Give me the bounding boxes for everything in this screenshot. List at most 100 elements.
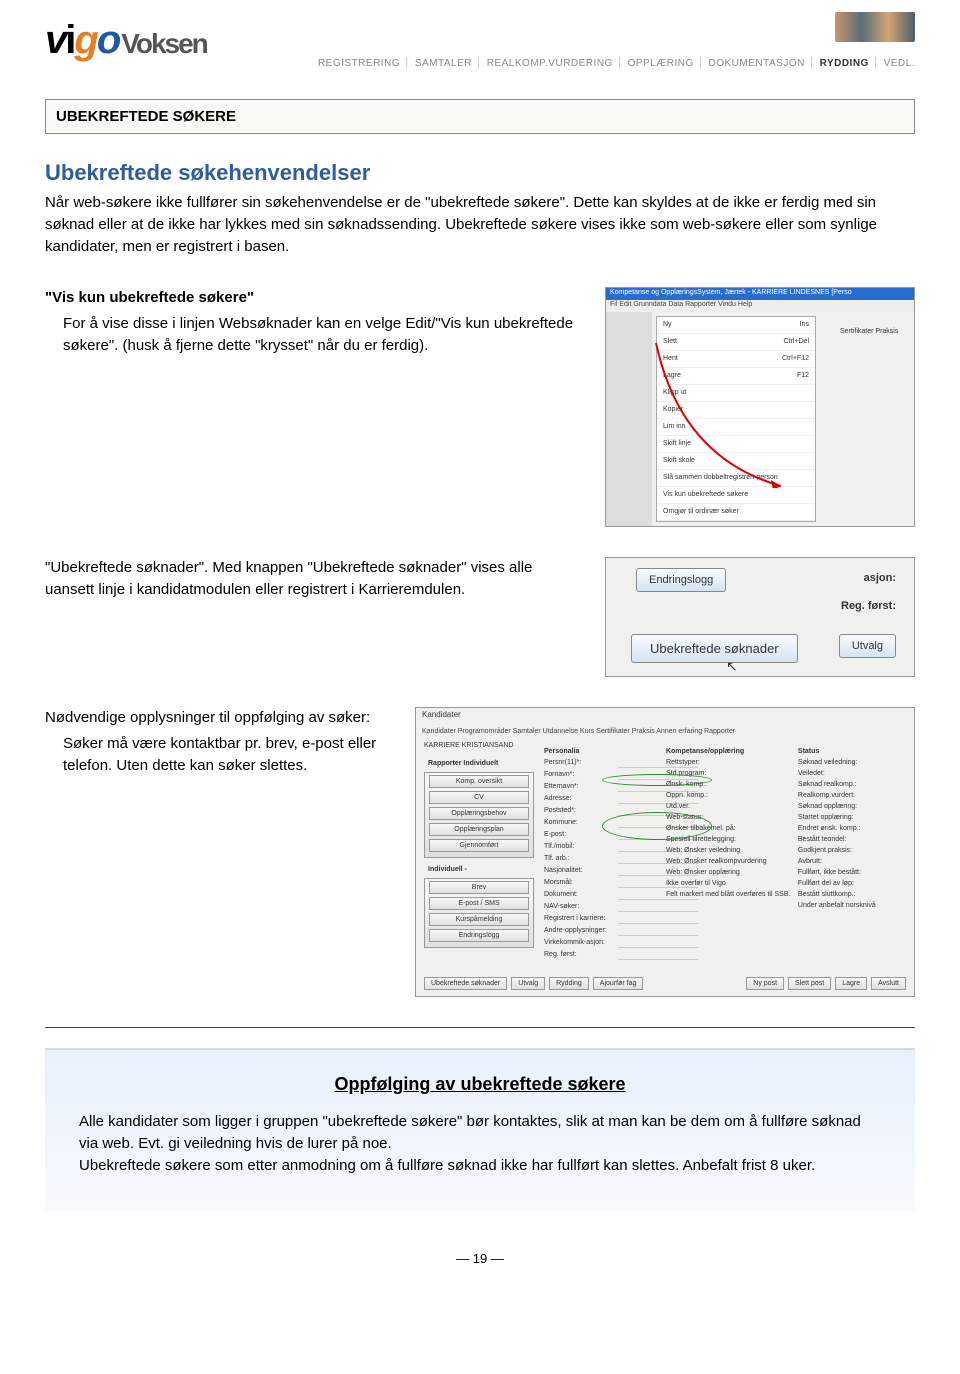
side-button[interactable]: CV	[429, 791, 529, 804]
nav-item: REALKOMP.VURDERING	[487, 58, 613, 69]
side-button[interactable]: Gjennomført	[429, 839, 529, 852]
field-label: Etternavn*:	[544, 781, 614, 792]
field-label: Bestått teoridel:	[798, 834, 898, 845]
bottom-button[interactable]: Ajourfør fag	[593, 977, 644, 990]
ss3-col-status: Status	[798, 748, 819, 755]
field-label: Tlf. arb.:	[544, 853, 614, 864]
field-label: Avbrutt:	[798, 856, 898, 867]
bottom-button[interactable]: Slett post	[788, 977, 831, 990]
field-label: Registrert i karriere:	[544, 913, 614, 924]
divider	[45, 1027, 915, 1028]
ss3-tabs[interactable]: Kandidater Programområder Samtaler Utdan…	[422, 728, 908, 735]
ss2-endringslogg-button[interactable]: Endringslogg	[636, 568, 726, 592]
side-button[interactable]: Opplæringsbehov	[429, 807, 529, 820]
field-label: Fullført, ikke bestått:	[798, 867, 898, 878]
field-label: Ikke overfør til Vigo	[666, 878, 796, 889]
block2-p: "Ubekreftede søknader". Med knappen "Ube…	[45, 557, 585, 601]
field-label: Bestått sluttkomp.:	[798, 889, 898, 900]
ss1-menubar: Fil Edit Grunndata Data Rapporter Vindu …	[606, 300, 914, 312]
nav-item: VEDL.	[884, 58, 915, 69]
menu-item[interactable]: Skift skole	[657, 453, 815, 470]
field-label: Web: Ønsker realkompvurdering	[666, 856, 796, 867]
bottom-button[interactable]: Utvalg	[511, 977, 545, 990]
field-label: Persnr(11)*:	[544, 757, 614, 768]
field-label: Andre-opplysninger:	[544, 925, 614, 936]
ss2-utvalg-button[interactable]: Utvalg	[839, 634, 896, 658]
nav-item: REGISTRERING	[318, 58, 400, 69]
side-button[interactable]: Opplæringsplan	[429, 823, 529, 836]
header-nav: REGISTRERING│SAMTALER│REALKOMP.VURDERING…	[318, 58, 915, 69]
header-photo-strip	[835, 12, 915, 42]
menu-item[interactable]: Slå sammen dobbeltregistrert person	[657, 470, 815, 487]
menu-item[interactable]: Klipp ut	[657, 385, 815, 402]
intro-title: Ubekreftede søkehenvendelser	[45, 160, 915, 186]
field-label: Felt markert med blått overføres til SSB…	[666, 889, 796, 900]
nav-item: SAMTALER	[415, 58, 472, 69]
field-label: Utd.ver.	[666, 801, 796, 812]
logo: vigoVoksen	[45, 18, 207, 63]
side-button[interactable]: Kurspåmelding	[429, 913, 529, 926]
ss1-right-labels: Sertifikater Praksis	[840, 328, 910, 335]
ss1-titlebar: Kompetanse og OpplæringsSystem, Jærtek -…	[606, 288, 914, 300]
ss3-col-personalia: Personalia	[544, 748, 579, 755]
field-label: Søknad opplæring:	[798, 801, 898, 812]
ss2-asjon-label: asjon:	[864, 572, 896, 584]
field-label: Dokument:	[544, 889, 614, 900]
ss1-toolbar	[606, 312, 652, 526]
field-label: Reg. først:	[544, 949, 614, 960]
field-label: Søknad veiledning:	[798, 757, 898, 768]
side-button[interactable]: E-post / SMS	[429, 897, 529, 910]
field-label: Tlf./mobil:	[544, 841, 614, 852]
menu-item[interactable]: HentCtrl+F12	[657, 351, 815, 368]
field-label: Web: Ønsker veiledning	[666, 845, 796, 856]
menu-item[interactable]: Kopier	[657, 402, 815, 419]
menu-item[interactable]: Vis kun ubekreftede søkere	[657, 487, 815, 504]
side-button[interactable]: Brev	[429, 881, 529, 894]
side-button[interactable]: Komp. oversikt	[429, 775, 529, 788]
menu-item[interactable]: Omgjør til ordinær søker	[657, 504, 815, 521]
ss3-main-area: Personalia Persnr(11)*:Fornavn*:Etternav…	[544, 746, 906, 960]
block1-hdr: "Vis kun ubekreftede søkere"	[45, 287, 585, 309]
bottom-button[interactable]: Rydding	[549, 977, 589, 990]
bottom-button[interactable]: Ny post	[746, 977, 784, 990]
menu-item[interactable]: LagreF12	[657, 368, 815, 385]
field-label: Web: Ønsker opplæring	[666, 867, 796, 878]
nav-item: DOKUMENTASJON	[709, 58, 805, 69]
field-label: Startet opplæring:	[798, 812, 898, 823]
bottom-button[interactable]: Lagre	[835, 977, 867, 990]
menu-item[interactable]: Lim inn	[657, 419, 815, 436]
field-label: Poststed*:	[544, 805, 614, 816]
field-label: Morsmål:	[544, 877, 614, 888]
ss3-region: KARRIERE KRISTIANSAND	[424, 742, 513, 749]
bottom-button[interactable]: Avslutt	[871, 977, 906, 990]
followup-box: Oppfølging av ubekreftede søkere Alle ka…	[45, 1048, 915, 1210]
ss3-side-buttons: Rapporter Individuelt Komp. oversiktCVOp…	[424, 758, 534, 951]
field-label: NAV-søker:	[544, 901, 614, 912]
screenshot-edit-menu: Kompetanse og OpplæringsSystem, Jærtek -…	[605, 287, 915, 527]
intro-body: Når web-søkere ikke fullfører sin søkehe…	[45, 192, 915, 257]
followup-body: Alle kandidater som ligger i gruppen "ub…	[79, 1111, 881, 1176]
field-label: Realkomp.vurdert:	[798, 790, 898, 801]
menu-item[interactable]: Skift linje	[657, 436, 815, 453]
side-button[interactable]: Endringslogg	[429, 929, 529, 942]
section-bar: UBEKREFTEDE SØKERE	[45, 99, 915, 134]
nav-item: RYDDING	[820, 58, 869, 69]
field-label: Nasjonalitet:	[544, 865, 614, 876]
ss1-dropdown-menu: NyInsSlettCtrl+DelHentCtrl+F12LagreF12Kl…	[656, 316, 816, 522]
field-label: Endret ønsk. komp.:	[798, 823, 898, 834]
field-label: Oppn. komp.:	[666, 790, 796, 801]
block3-p1: Nødvendige opplysninger til oppfølging a…	[45, 707, 395, 729]
followup-title: Oppfølging av ubekreftede søkere	[79, 1074, 881, 1095]
screenshot-kandidater-window: Kandidater Kandidater Programområder Sam…	[415, 707, 915, 997]
ss3-side-head2: Individuell -	[424, 864, 534, 875]
block3-p2: Søker må være kontaktbar pr. brev, e-pos…	[63, 733, 395, 777]
menu-item[interactable]: SlettCtrl+Del	[657, 334, 815, 351]
ss3-window-title: Kandidater	[422, 710, 461, 719]
field-label: Fullført del av løp:	[798, 878, 898, 889]
menu-item[interactable]: NyIns	[657, 317, 815, 334]
screenshot-ubekreftede-button: Endringslogg asjon: Reg. først: Ubekreft…	[605, 557, 915, 677]
page-number: — 19 —	[45, 1251, 915, 1266]
ss2-ubekreftede-button[interactable]: Ubekreftede søknader	[631, 634, 798, 663]
bottom-button[interactable]: Ubekreftede søknader	[424, 977, 507, 990]
field-label: Virkekommik-asjon:	[544, 937, 614, 948]
